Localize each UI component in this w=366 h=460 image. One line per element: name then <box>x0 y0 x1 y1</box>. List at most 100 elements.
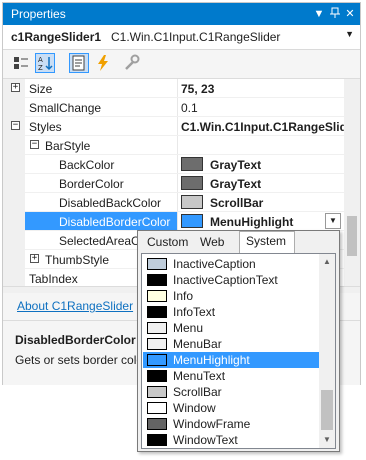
toolbar: A Z <box>3 50 360 77</box>
property-row-smallchange[interactable]: SmallChange 0.1 <box>3 98 360 117</box>
color-name: MenuBar <box>173 337 222 351</box>
list-item[interactable]: Window <box>143 400 319 416</box>
list-item[interactable]: MenuBar <box>143 336 319 352</box>
property-value[interactable]: MenuHighlight <box>210 215 293 229</box>
color-name: MenuText <box>173 369 226 383</box>
window-title: Properties <box>11 7 66 21</box>
tab-strip: Custom Web System <box>138 231 339 254</box>
color-name: MenuHighlight <box>173 353 250 367</box>
list-item[interactable]: InactiveCaptionText <box>143 272 319 288</box>
object-selector[interactable]: c1RangeSlider1 C1.Win.C1Input.C1RangeSli… <box>3 25 360 50</box>
property-label: ThumbStyle <box>45 253 110 267</box>
color-name: WindowText <box>173 433 238 447</box>
object-type: C1.Win.C1Input.C1RangeSlider <box>111 30 281 44</box>
color-swatch <box>147 354 167 366</box>
property-row-size[interactable]: + Size 75, 23 <box>3 79 360 98</box>
grid-scrollbar[interactable] <box>344 79 360 287</box>
svg-text:A: A <box>38 56 43 64</box>
property-value[interactable]: GrayText <box>210 177 261 191</box>
property-pages-button[interactable] <box>121 53 141 73</box>
list-item[interactable]: WindowFrame <box>143 416 319 432</box>
list-item-selected[interactable]: MenuHighlight <box>143 352 319 368</box>
window-position-icon[interactable]: ▼ <box>312 7 326 21</box>
expand-icon[interactable]: + <box>30 254 39 263</box>
property-value[interactable]: 0.1 <box>181 101 198 115</box>
alphabetical-icon: A Z <box>38 56 53 72</box>
color-swatch <box>147 290 167 302</box>
about-link[interactable]: About C1RangeSlider <box>17 299 133 313</box>
list-item[interactable]: ScrollBar <box>143 384 319 400</box>
scrollbar-thumb[interactable] <box>321 390 333 430</box>
events-button[interactable] <box>93 53 113 73</box>
categorized-icon <box>14 57 28 69</box>
events-icon <box>98 55 108 71</box>
chevron-down-icon[interactable]: ▼ <box>345 29 354 39</box>
description-title: DisabledBorderColor <box>15 333 136 347</box>
property-label: BarStyle <box>45 139 91 153</box>
property-value[interactable]: C1.Win.C1Input.C1RangeSlid <box>181 120 347 134</box>
categorized-button[interactable] <box>11 53 31 73</box>
tab-custom[interactable]: Custom <box>141 233 193 253</box>
system-color-list[interactable]: InactiveCaption InactiveCaptionText Info… <box>141 253 336 449</box>
list-item[interactable]: MenuText <box>143 368 319 384</box>
scroll-down-icon[interactable]: ▼ <box>319 432 335 448</box>
list-item[interactable]: Info <box>143 288 319 304</box>
color-swatch <box>147 418 167 430</box>
color-swatch <box>147 306 167 318</box>
color-swatch <box>181 195 203 209</box>
chevron-down-icon: ▼ <box>329 216 337 225</box>
color-name: ScrollBar <box>173 385 222 399</box>
collapse-icon[interactable]: − <box>11 121 20 130</box>
list-item[interactable]: WindowText <box>143 432 319 448</box>
property-pages-icon <box>125 54 140 70</box>
property-row-barstyle[interactable]: − BarStyle <box>3 136 360 155</box>
color-swatch <box>147 274 167 286</box>
property-label: SelectedAreaCo <box>59 234 147 248</box>
property-label: BackColor <box>59 158 115 172</box>
dropdown-button[interactable]: ▼ <box>325 213 341 229</box>
color-picker-popup: Custom Web System InactiveCaption Inacti… <box>137 230 340 452</box>
list-item[interactable]: Menu <box>143 320 319 336</box>
color-swatch <box>181 214 203 228</box>
property-row-styles[interactable]: − Styles C1.Win.C1Input.C1RangeSlid <box>3 117 360 136</box>
alphabetical-button[interactable]: A Z <box>35 53 55 73</box>
color-swatch <box>147 434 167 446</box>
close-icon[interactable]: ✕ <box>343 7 357 21</box>
title-bar: Properties ▼ ✕ <box>3 3 360 25</box>
list-scrollbar[interactable]: ▲ ▼ <box>319 254 335 448</box>
list-item[interactable]: InfoText <box>143 304 319 320</box>
pin-icon[interactable] <box>328 7 342 21</box>
property-label: DisabledBorderColor <box>59 215 171 229</box>
property-label: BorderColor <box>59 177 124 191</box>
property-row-disabledbordercolor[interactable]: DisabledBorderColor MenuHighlight ▼ <box>3 212 360 231</box>
list-item[interactable]: InactiveCaption <box>143 256 319 272</box>
property-label: Styles <box>29 120 62 134</box>
property-row-disabledbackcolor[interactable]: DisabledBackColor ScrollBar <box>3 193 360 212</box>
property-label: TabIndex <box>29 272 78 286</box>
color-swatch <box>147 402 167 414</box>
object-name: c1RangeSlider1 <box>11 30 102 44</box>
property-row-bordercolor[interactable]: BorderColor GrayText <box>3 174 360 193</box>
properties-button[interactable] <box>69 53 89 73</box>
scroll-up-icon[interactable]: ▲ <box>319 254 335 270</box>
color-name: Info <box>173 289 194 303</box>
property-label: SmallChange <box>29 101 102 115</box>
property-value[interactable]: GrayText <box>210 158 261 172</box>
collapse-icon[interactable]: − <box>30 140 39 149</box>
expand-icon[interactable]: + <box>11 83 20 92</box>
description-text: Gets or sets border colo <box>15 353 144 367</box>
property-value[interactable]: 75, 23 <box>181 82 214 96</box>
color-name: Window <box>173 401 216 415</box>
property-row-backcolor[interactable]: BackColor GrayText <box>3 155 360 174</box>
property-value[interactable]: ScrollBar <box>210 196 263 210</box>
color-swatch <box>147 258 167 270</box>
properties-icon <box>72 55 85 71</box>
color-name: WindowFrame <box>173 417 251 431</box>
color-swatch <box>147 338 167 350</box>
color-swatch <box>181 176 203 190</box>
color-name: InactiveCaptionText <box>173 273 278 287</box>
color-name: InactiveCaption <box>173 257 256 271</box>
scrollbar-thumb[interactable] <box>347 216 357 256</box>
tab-web[interactable]: Web <box>194 233 238 253</box>
tab-system[interactable]: System <box>239 231 295 253</box>
